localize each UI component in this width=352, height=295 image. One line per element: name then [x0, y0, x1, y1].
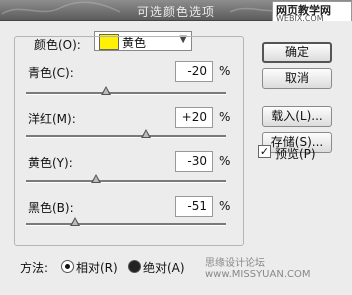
cyan-input[interactable]: -20 [175, 61, 213, 82]
cancel-button[interactable]: 取消 [262, 68, 332, 89]
relative-radio[interactable] [61, 260, 74, 273]
magenta-slider-thumb[interactable] [141, 129, 151, 138]
method-label: 方法: [20, 261, 49, 275]
preview-label: 预览(P) [275, 147, 316, 161]
title-bar: 可选颜色选项 网页教学网 WEBJX.COM [0, 0, 352, 25]
cyan-unit: % [219, 64, 231, 78]
black-slider-thumb[interactable] [70, 217, 80, 226]
black-unit: % [219, 199, 231, 213]
black-slider-track[interactable] [26, 223, 226, 226]
preview-checkbox[interactable]: ✓ [258, 145, 271, 158]
black-label: 黑色(B): [28, 201, 74, 215]
cyan-label: 青色(C): [28, 66, 74, 80]
load-button[interactable]: 载入(L)... [262, 106, 332, 127]
magenta-slider-track[interactable] [26, 135, 226, 138]
magenta-unit: % [219, 110, 231, 124]
relative-label: 相对(R) [76, 261, 118, 275]
absolute-radio[interactable] [128, 260, 141, 273]
yellow-slider-track[interactable] [26, 180, 226, 183]
yellow-unit: % [219, 154, 231, 168]
absolute-label: 绝对(A) [143, 261, 185, 275]
cyan-slider-thumb[interactable] [101, 86, 111, 95]
watermark-bottom: 思缘设计论坛 www.MISSYUAN.COM [205, 258, 311, 280]
magenta-input[interactable]: +20 [175, 107, 213, 128]
magenta-label: 洋红(M): [28, 112, 76, 126]
cyan-slider-track[interactable] [26, 92, 226, 95]
yellow-label: 黄色(Y): [28, 156, 73, 170]
black-input[interactable]: -51 [175, 196, 213, 217]
yellow-slider-thumb[interactable] [91, 174, 101, 183]
ok-button[interactable]: 确定 [262, 42, 332, 63]
yellow-input[interactable]: -30 [175, 151, 213, 172]
